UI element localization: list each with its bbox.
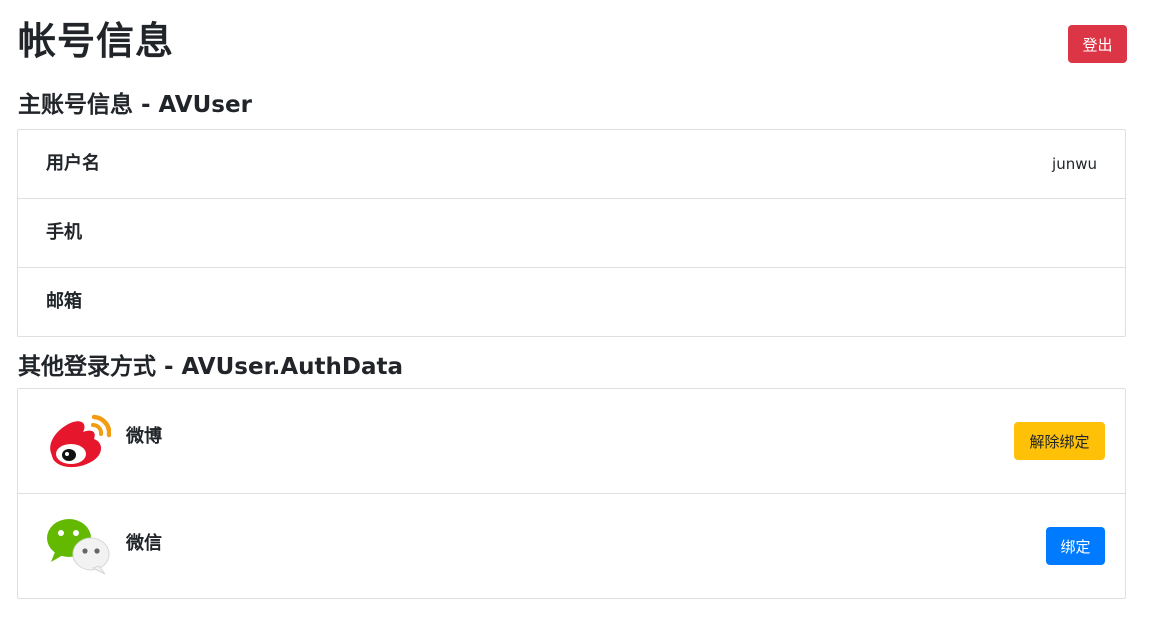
bind-wechat-button[interactable]: 绑定 — [1046, 527, 1105, 565]
provider-row-weibo: 微博 解除绑定 — [18, 389, 1125, 494]
primary-account-title: 主账号信息 - AVUser — [18, 92, 252, 118]
auth-methods-title: 其他登录方式 - AVUser.AuthData — [18, 354, 404, 380]
weibo-icon — [45, 413, 112, 473]
provider-name-weibo: 微博 — [126, 426, 162, 447]
primary-account-card: 用户名 junwu 手机 邮箱 — [17, 129, 1126, 337]
provider-name-wechat: 微信 — [126, 533, 162, 554]
unbind-weibo-button[interactable]: 解除绑定 — [1014, 422, 1105, 460]
field-row-username: 用户名 junwu — [18, 130, 1125, 199]
field-row-email: 邮箱 — [18, 268, 1125, 337]
page-title: 帐号信息 — [18, 19, 175, 63]
field-label-username: 用户名 — [46, 153, 100, 174]
field-row-phone: 手机 — [18, 199, 1125, 268]
field-value-username: junwu — [1052, 155, 1097, 173]
auth-methods-card: 微博 解除绑定 微信 绑定 — [17, 388, 1126, 599]
wechat-icon — [45, 516, 111, 576]
field-label-email: 邮箱 — [46, 291, 82, 312]
account-page: 帐号信息 登出 主账号信息 - AVUser 用户名 junwu 手机 邮箱 其… — [0, 0, 1172, 641]
logout-button[interactable]: 登出 — [1068, 25, 1127, 63]
provider-row-wechat: 微信 绑定 — [18, 494, 1125, 599]
field-label-phone: 手机 — [46, 222, 82, 243]
